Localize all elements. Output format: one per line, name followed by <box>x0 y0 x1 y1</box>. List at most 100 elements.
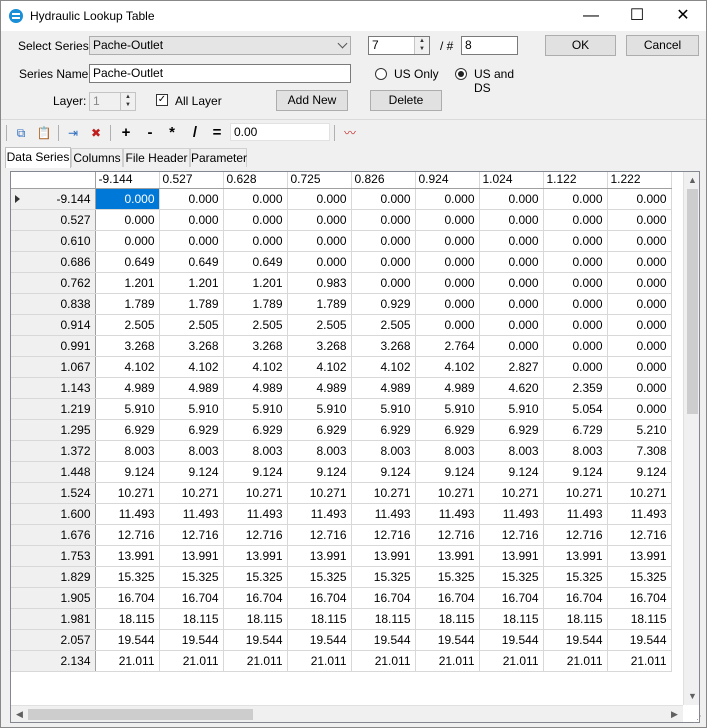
series-index-stepper[interactable]: 7 ▲ ▼ <box>368 36 430 55</box>
subtract-operator-button[interactable]: - <box>141 123 159 143</box>
table-cell[interactable]: 12.716 <box>223 524 288 546</box>
table-cell[interactable]: 10.271 <box>479 482 544 504</box>
row-header[interactable]: 1.448 <box>11 461 96 483</box>
series-select[interactable]: Pache-Outlet <box>89 36 351 55</box>
table-cell[interactable]: 4.102 <box>287 356 352 378</box>
table-cell[interactable]: 4.989 <box>287 377 352 399</box>
table-cell[interactable]: 2.505 <box>351 314 416 336</box>
table-cell[interactable]: 4.102 <box>95 356 160 378</box>
add-operator-button[interactable]: + <box>117 123 135 143</box>
tab-columns[interactable]: Columns <box>71 148 123 167</box>
table-cell[interactable]: 13.991 <box>159 545 224 567</box>
table-cell[interactable]: 0.000 <box>415 209 480 231</box>
table-cell[interactable]: 10.271 <box>543 482 608 504</box>
table-cell[interactable]: 7.308 <box>607 440 672 462</box>
table-cell[interactable]: 4.102 <box>351 356 416 378</box>
table-cell[interactable]: 21.011 <box>159 650 224 672</box>
table-cell[interactable]: 15.325 <box>223 566 288 588</box>
table-cell[interactable]: 0.000 <box>607 377 672 399</box>
column-header[interactable]: 1.222 <box>607 172 672 189</box>
table-cell[interactable]: 0.000 <box>607 188 672 210</box>
table-cell[interactable]: 15.325 <box>351 566 416 588</box>
column-header[interactable]: 0.628 <box>223 172 288 189</box>
table-cell[interactable]: 0.000 <box>607 314 672 336</box>
maximize-button[interactable]: ☐ <box>614 1 660 31</box>
table-cell[interactable]: 19.544 <box>159 629 224 651</box>
table-cell[interactable]: 0.000 <box>223 230 288 252</box>
column-header[interactable]: 0.725 <box>287 172 352 189</box>
table-cell[interactable]: 11.493 <box>607 503 672 525</box>
table-cell[interactable]: 0.000 <box>95 209 160 231</box>
column-header[interactable]: 0.527 <box>159 172 224 189</box>
table-cell[interactable]: 5.910 <box>95 398 160 420</box>
spin-up-icon[interactable]: ▲ <box>121 93 135 101</box>
table-cell[interactable]: 2.505 <box>95 314 160 336</box>
table-cell[interactable]: 18.115 <box>479 608 544 630</box>
table-cell[interactable]: 15.325 <box>415 566 480 588</box>
spin-up-icon[interactable]: ▲ <box>415 37 429 45</box>
row-header[interactable]: 0.991 <box>11 335 96 357</box>
table-cell[interactable]: 0.000 <box>415 272 480 294</box>
table-cell[interactable]: 16.704 <box>223 587 288 609</box>
row-header[interactable]: 2.134 <box>11 650 96 672</box>
table-cell[interactable]: 8.003 <box>479 440 544 462</box>
table-cell[interactable]: 0.000 <box>415 293 480 315</box>
table-cell[interactable]: 0.000 <box>543 251 608 273</box>
horizontal-scroll-thumb[interactable] <box>28 709 253 720</box>
table-cell[interactable]: 3.268 <box>287 335 352 357</box>
table-cell[interactable]: 0.000 <box>287 209 352 231</box>
table-cell[interactable]: 19.544 <box>607 629 672 651</box>
table-cell[interactable]: 0.000 <box>543 293 608 315</box>
column-header[interactable]: 0.924 <box>415 172 480 189</box>
row-header[interactable]: 1.981 <box>11 608 96 630</box>
table-cell[interactable]: 4.620 <box>479 377 544 399</box>
table-cell[interactable]: 3.268 <box>223 335 288 357</box>
minimize-button[interactable]: — <box>568 1 614 31</box>
table-cell[interactable]: 2.505 <box>159 314 224 336</box>
table-cell[interactable]: 0.000 <box>543 356 608 378</box>
table-cell[interactable]: 11.493 <box>95 503 160 525</box>
table-cell[interactable]: 19.544 <box>415 629 480 651</box>
table-cell[interactable]: 12.716 <box>159 524 224 546</box>
table-cell[interactable]: 16.704 <box>351 587 416 609</box>
table-cell[interactable]: 18.115 <box>287 608 352 630</box>
table-cell[interactable]: 21.011 <box>351 650 416 672</box>
table-cell[interactable]: 12.716 <box>415 524 480 546</box>
table-cell[interactable]: 0.000 <box>607 356 672 378</box>
table-cell[interactable]: 19.544 <box>223 629 288 651</box>
table-cell[interactable]: 12.716 <box>543 524 608 546</box>
table-cell[interactable]: 0.000 <box>95 188 160 210</box>
table-cell[interactable]: 0.000 <box>479 314 544 336</box>
table-cell[interactable]: 8.003 <box>223 440 288 462</box>
row-header[interactable]: 0.610 <box>11 230 96 252</box>
us-only-radio[interactable] <box>375 68 387 80</box>
table-cell[interactable]: 13.991 <box>287 545 352 567</box>
table-cell[interactable]: 9.124 <box>223 461 288 483</box>
column-header[interactable]: -9.144 <box>95 172 160 189</box>
table-cell[interactable]: 9.124 <box>159 461 224 483</box>
table-cell[interactable]: 6.929 <box>351 419 416 441</box>
table-cell[interactable]: 10.271 <box>607 482 672 504</box>
row-header[interactable]: 0.527 <box>11 209 96 231</box>
table-cell[interactable]: 12.716 <box>287 524 352 546</box>
table-cell[interactable]: 9.124 <box>607 461 672 483</box>
table-cell[interactable]: 4.989 <box>95 377 160 399</box>
table-cell[interactable]: 4.102 <box>415 356 480 378</box>
table-cell[interactable]: 19.544 <box>287 629 352 651</box>
table-cell[interactable]: 6.929 <box>159 419 224 441</box>
row-header[interactable]: 1.372 <box>11 440 96 462</box>
table-cell[interactable]: 12.716 <box>479 524 544 546</box>
vertical-scroll-thumb[interactable] <box>687 189 698 414</box>
table-cell[interactable]: 0.000 <box>351 188 416 210</box>
table-cell[interactable]: 5.910 <box>415 398 480 420</box>
series-name-field[interactable]: Pache-Outlet <box>89 64 351 83</box>
table-cell[interactable]: 18.115 <box>607 608 672 630</box>
table-cell[interactable]: 8.003 <box>351 440 416 462</box>
table-cell[interactable]: 8.003 <box>415 440 480 462</box>
table-cell[interactable]: 0.000 <box>543 209 608 231</box>
table-cell[interactable]: 0.000 <box>607 293 672 315</box>
layer-spin[interactable]: ▲ ▼ <box>120 93 135 110</box>
table-cell[interactable]: 11.493 <box>351 503 416 525</box>
table-cell[interactable]: 0.000 <box>159 209 224 231</box>
table-cell[interactable]: 0.000 <box>607 335 672 357</box>
